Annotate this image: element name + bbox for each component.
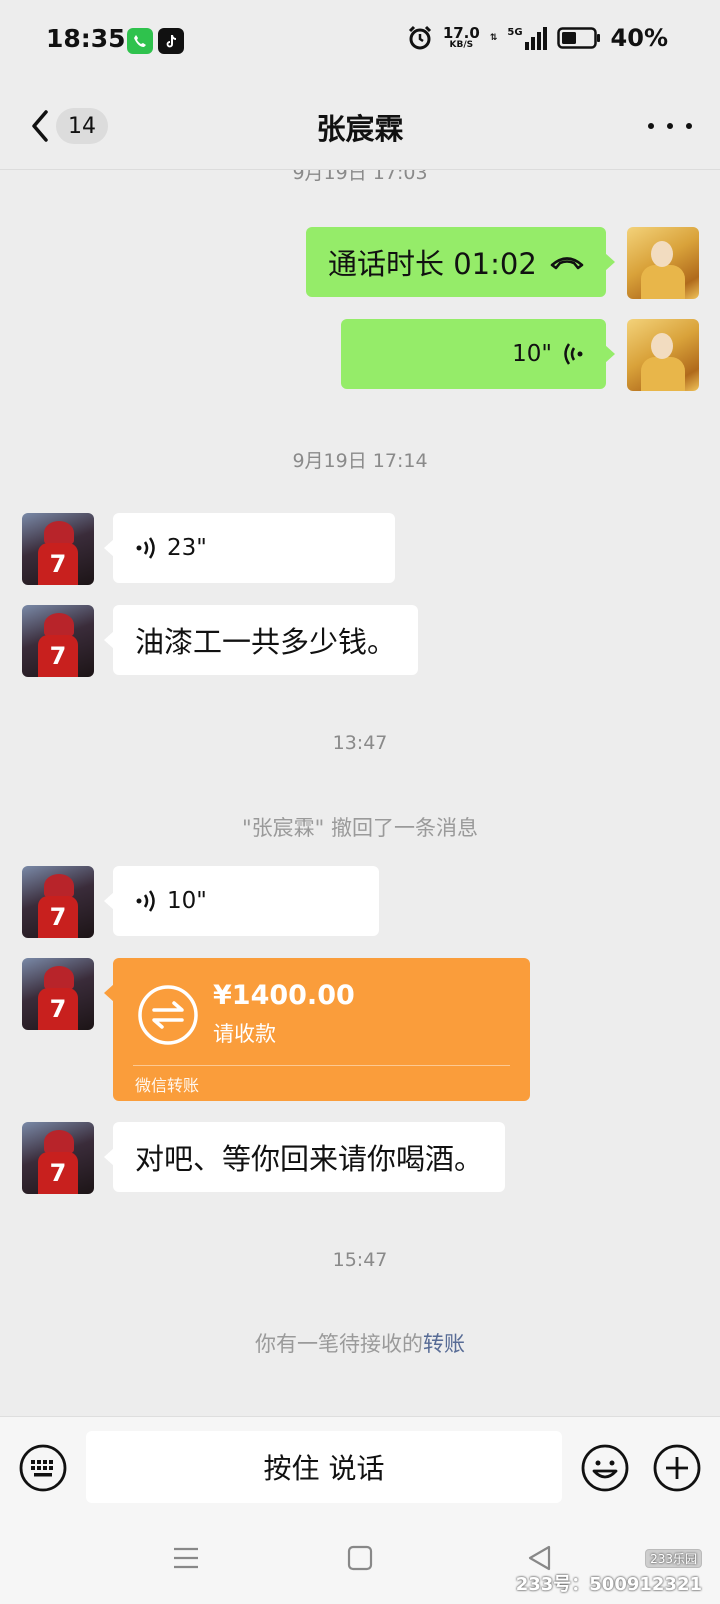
voice-duration: 10" — [512, 341, 552, 367]
battery-percent: 40% — [610, 24, 668, 52]
hold-to-talk-button[interactable]: 按住 说话 — [86, 1431, 562, 1503]
back-arrow-icon[interactable] — [26, 106, 52, 146]
recall-notice: "张宸霖" 撤回了一条消息 — [242, 816, 478, 840]
plus-icon[interactable] — [652, 1443, 702, 1493]
data-arrows: ⇅ — [489, 32, 498, 43]
alarm-icon — [408, 25, 431, 50]
transfer-divider — [133, 1065, 510, 1066]
watermark: 233乐园 233号：500912321 — [516, 1548, 702, 1596]
pending-transfer-notice: 你有一笔待接收的转账 — [0, 1328, 720, 1358]
more-options-button[interactable] — [648, 106, 692, 146]
call-record-bubble[interactable]: 通话时长 01:02 — [306, 227, 615, 297]
transfer-status: 请收款 — [213, 1022, 276, 1046]
signal-5g-label: 5G — [507, 26, 523, 38]
voice-wave-icon — [136, 537, 155, 559]
input-bar: 按住 说话 — [0, 1416, 720, 1516]
transfer-card[interactable]: ¥1400.00 请收款 微信转账 — [104, 958, 530, 1101]
status-time: 18:35 — [46, 24, 126, 53]
transfer-amount: ¥1400.00 — [213, 980, 355, 1011]
data-arrows-icon: ⇅ — [489, 32, 498, 43]
watermark-logo: 233乐园 — [645, 1549, 702, 1568]
voice-message-bubble[interactable]: 23" — [104, 513, 395, 583]
keyboard-icon[interactable] — [18, 1443, 68, 1493]
voice-duration: 23" — [167, 535, 207, 561]
menu-icon[interactable] — [170, 1542, 202, 1574]
net-speed-unit: KB/S — [449, 40, 474, 50]
system-nav-bar: 233乐园 233号：500912321 — [0, 1516, 720, 1604]
chat-message-list[interactable]: 9月19日 17:03 通话时长 01:02 10" 9月19日 17:14 7… — [0, 170, 720, 1416]
signal-icon: 5G — [507, 26, 547, 50]
message-text: 对吧、等你回来请你喝酒。 — [135, 1142, 484, 1176]
tiktok-app-icon — [158, 28, 184, 54]
status-icons: 17.0 KB/S ⇅ 5G 40% — [407, 24, 668, 52]
unread-count-badge[interactable]: 14 — [56, 108, 108, 144]
watermark-text: 233号：500912321 — [515, 1574, 702, 1595]
voice-duration: 10" — [167, 888, 207, 914]
voice-message-bubble[interactable]: 10" — [104, 866, 379, 936]
home-icon[interactable] — [344, 1542, 376, 1574]
hangup-phone-icon — [550, 257, 584, 270]
contact-avatar[interactable]: 7 — [22, 866, 94, 938]
phone-app-icon — [127, 28, 153, 54]
timestamp: 13:47 — [332, 732, 388, 754]
text-message-bubble[interactable]: 油漆工一共多少钱。 — [103, 605, 419, 675]
message-text: 油漆工一共多少钱。 — [135, 625, 397, 659]
net-speed-value: 17.0 — [442, 24, 480, 42]
contact-avatar[interactable]: 7 — [22, 513, 94, 585]
emoji-icon[interactable] — [580, 1443, 630, 1493]
my-avatar[interactable] — [627, 319, 699, 391]
voice-wave-icon — [136, 890, 155, 912]
more-dot — [648, 123, 654, 129]
more-dot — [686, 123, 692, 129]
voice-message-bubble[interactable]: 10" — [341, 319, 615, 389]
contact-avatar[interactable]: 7 — [22, 1122, 94, 1194]
status-bar: 18:35 17.0 KB/S ⇅ 5G 40% — [0, 0, 720, 84]
timestamp: 9月19日 17:03 — [292, 170, 428, 184]
transfer-arrows-icon — [138, 985, 198, 1045]
pending-notice-text: 你有一笔待接收的 — [255, 1332, 423, 1356]
network-speed: 17.0 KB/S — [443, 26, 480, 50]
voice-wave-icon — [564, 343, 583, 365]
battery-icon — [556, 27, 600, 49]
timestamp: 15:47 — [332, 1249, 388, 1271]
contact-avatar[interactable]: 7 — [22, 958, 94, 1030]
call-duration-text: 通话时长 01:02 — [328, 247, 537, 281]
transfer-footer-label: 微信转账 — [135, 1076, 200, 1095]
contact-avatar[interactable]: 7 — [22, 605, 94, 677]
chat-title: 张宸霖 — [316, 112, 404, 146]
chat-header: 张宸霖 14 — [0, 84, 720, 170]
my-avatar[interactable] — [627, 227, 699, 299]
timestamp: 9月19日 17:14 — [292, 450, 428, 472]
text-message-bubble[interactable]: 对吧、等你回来请你喝酒。 — [103, 1122, 506, 1192]
more-dot — [667, 123, 673, 129]
transfer-link[interactable]: 转账 — [423, 1332, 465, 1356]
